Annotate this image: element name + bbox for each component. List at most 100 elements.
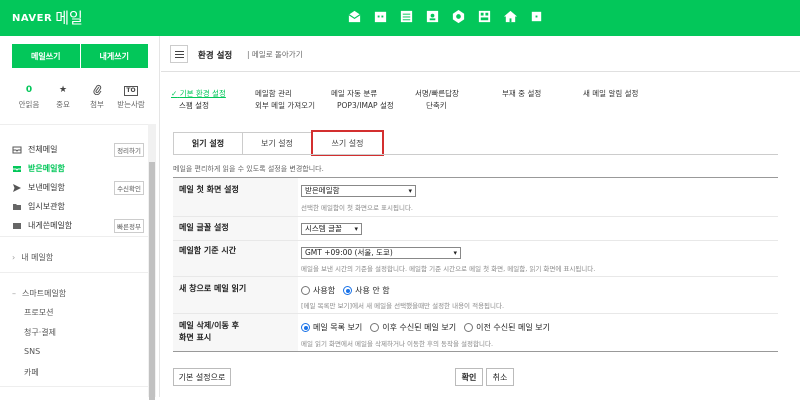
calendar-app-icon[interactable]	[372, 8, 388, 24]
nav-auto-sort[interactable]: 메일 자동 분류	[331, 88, 377, 99]
write-buttons: 메일쓰기 내게쓰기	[12, 44, 148, 68]
new-window-no-use[interactable]: 사용 안 함	[343, 285, 390, 296]
after-delete-list-label: 메일 목록 보기	[313, 323, 363, 332]
compose-button[interactable]: 메일쓰기	[12, 44, 80, 68]
menu-toggle-button[interactable]	[170, 45, 188, 63]
after-delete-next-label: 이후 수신된 메일 보기	[382, 323, 457, 332]
tab-read-settings[interactable]: 읽기 설정	[173, 132, 243, 155]
nav-notification[interactable]: 새 메일 알림 설정	[583, 88, 638, 99]
sidebar-divider	[0, 236, 150, 237]
to-icon: TO	[124, 86, 138, 96]
after-delete-options: 메일 목록 보기 이후 수신된 메일 보기 이전 수신된 메일 보기	[301, 322, 550, 333]
folder-sent[interactable]: 보낸메일함 수신확인	[12, 178, 144, 197]
first-screen-select[interactable]: 받은메일함 ▾	[301, 185, 416, 197]
my-mailbox-label: 내 메일함	[21, 253, 54, 262]
timezone-select[interactable]: GMT +09:00 (서울, 도쿄) ▾	[301, 247, 461, 259]
cleanup-button[interactable]: 정리하기	[114, 142, 144, 157]
draft-icon	[12, 202, 22, 212]
list-app-icon[interactable]	[398, 8, 414, 24]
tab-view-settings[interactable]: 보기 설정	[242, 132, 312, 155]
folder-inbox[interactable]: 받은메일함	[12, 159, 144, 178]
folder-self-mail[interactable]: 내게쓴메일함 빠른정부	[12, 216, 144, 235]
chevron-down-icon: ▾	[453, 249, 457, 257]
write-to-self-button[interactable]: 내게쓰기	[79, 44, 148, 68]
quick-organize-button[interactable]: 빠른정부	[114, 218, 144, 233]
quick-important[interactable]: ★ 중요	[46, 84, 80, 110]
smart-item-sns[interactable]: SNS	[24, 347, 40, 356]
radio-on-icon	[301, 323, 310, 332]
reset-defaults-button[interactable]: 기본 설정으로	[173, 368, 231, 386]
quick-unread-label: 안읽음	[18, 100, 40, 109]
confirm-button[interactable]: 확인	[455, 368, 483, 386]
font-select[interactable]: 시스템 글꼴 ▾	[301, 223, 362, 235]
new-window-label: 새 창으로 메일 읽기	[179, 284, 247, 293]
smart-item-cafe[interactable]: 카페	[24, 367, 39, 378]
after-delete-list[interactable]: 메일 목록 보기	[301, 322, 362, 333]
folder-all-mail-label: 전체메일	[28, 145, 58, 154]
quick-to-me-label: 받는사람	[117, 100, 145, 109]
time-label: 메일함 기준 시간	[179, 246, 237, 255]
smart-mailbox-toggle[interactable]: – 스마트메일함	[12, 288, 66, 299]
nav-shortcuts[interactable]: 단축키	[426, 100, 447, 111]
back-to-mail-link[interactable]: | 메일로 돌아가기	[247, 49, 303, 60]
form-bottom-border	[173, 351, 778, 352]
chevron-right-icon: ›	[12, 253, 16, 262]
radio-on-icon	[343, 286, 353, 295]
check-icon: ✓	[171, 89, 178, 98]
nav-signature[interactable]: 서명/빠른답장	[415, 88, 459, 99]
settings-description: 메일을 편리하게 읽을 수 있도록 설정을 변경합니다.	[173, 165, 324, 173]
after-delete-label-1: 메일 삭제/이동 후	[179, 321, 240, 330]
nav-spam[interactable]: 스팸 설정	[179, 100, 209, 111]
mail-app-icon[interactable]	[346, 8, 362, 24]
sidebar-divider	[0, 386, 150, 387]
naver-mail-logo[interactable]: NAVER 메일	[12, 9, 83, 28]
quick-to-me[interactable]: TO 받는사람	[114, 84, 148, 110]
sidebar-divider	[0, 124, 150, 125]
top-bar: NAVER 메일	[0, 0, 800, 36]
app-name: 메일	[55, 9, 83, 27]
sidebar-divider	[0, 272, 150, 273]
after-delete-next[interactable]: 이후 수신된 메일 보기	[370, 322, 456, 333]
home-app-icon[interactable]	[502, 8, 518, 24]
smart-item-billing[interactable]: 청구·결제	[24, 327, 56, 338]
memo-app-icon[interactable]	[476, 8, 492, 24]
time-help: 메일을 보낸 시간의 기준을 설정합니다. 메일함 기준 시간으로 메일 첫 화…	[301, 265, 596, 273]
folder-drafts-label: 임시보관함	[28, 202, 65, 211]
quick-attachment-label: 첨부	[90, 100, 104, 109]
tab-write-settings[interactable]: 쓰기 설정	[311, 130, 384, 156]
naver-brand: NAVER	[12, 13, 53, 24]
nav-mailbox-manage[interactable]: 메일함 관리	[255, 88, 292, 99]
nav-pop3-imap[interactable]: POP3/IMAP 설정	[337, 100, 394, 111]
settings-panel: 환경 설정 | 메일로 돌아가기 ✓ 기본 환경 설정 메일함 관리 메일 자동…	[161, 36, 800, 397]
drive-app-icon[interactable]	[450, 8, 466, 24]
first-screen-label: 메일 첫 화면 설정	[179, 185, 239, 194]
contacts-app-icon[interactable]	[424, 8, 440, 24]
my-mailbox-toggle[interactable]: › 내 메일함	[12, 252, 53, 263]
folder-all-mail[interactable]: 전체메일 정리하기	[12, 140, 144, 159]
read-receipt-button[interactable]: 수신확인	[114, 180, 144, 195]
radio-off-icon	[370, 323, 380, 332]
nav-basic-settings[interactable]: ✓ 기본 환경 설정	[171, 88, 226, 99]
cancel-button[interactable]: 취소	[486, 368, 514, 386]
sidebar-scrollbar-thumb[interactable]	[149, 162, 155, 400]
font-value: 시스템 글꼴	[305, 224, 342, 233]
new-window-options: 사용함 사용 안 함	[301, 285, 390, 296]
folder-drafts[interactable]: 임시보관함	[12, 197, 144, 216]
smart-item-promotion[interactable]: 프로모션	[24, 307, 53, 318]
folder-list: 전체메일 정리하기 받은메일함 보낸메일함 수신확인 임시보관함 내게쓴메일함 …	[12, 140, 144, 235]
folder-self-mail-label: 내게쓴메일함	[28, 221, 73, 230]
after-delete-prev[interactable]: 이전 수신된 메일 보기	[464, 322, 550, 333]
more-app-icon[interactable]	[528, 8, 544, 24]
after-delete-prev-label: 이전 수신된 메일 보기	[476, 323, 550, 332]
font-label: 메일 글꼴 설정	[179, 223, 229, 232]
back-to-mail-label: 메일로 돌아가기	[251, 50, 303, 59]
new-window-no-use-label: 사용 안 함	[355, 286, 390, 295]
new-window-use[interactable]: 사용함	[301, 285, 335, 296]
app-switcher	[346, 8, 544, 24]
nav-basic-settings-label: 기본 환경 설정	[179, 89, 226, 98]
nav-away[interactable]: 부재 중 설정	[502, 88, 541, 99]
quick-important-label: 중요	[56, 100, 70, 109]
quick-attachment[interactable]: 첨부	[80, 84, 114, 110]
quick-unread[interactable]: 0 안읽음	[12, 84, 46, 110]
nav-external-mail[interactable]: 외부 메일 가져오기	[255, 100, 315, 111]
